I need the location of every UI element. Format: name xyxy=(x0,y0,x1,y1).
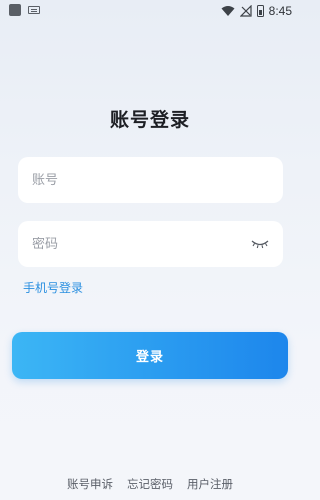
battery-icon xyxy=(256,5,264,17)
keyboard-icon xyxy=(28,6,40,14)
account-field[interactable] xyxy=(18,157,283,203)
app-notification-icon xyxy=(9,4,21,16)
page-title: 账号登录 xyxy=(109,109,190,131)
forgot-password-link[interactable]: 忘记密码 xyxy=(127,476,173,492)
phone-login-link[interactable]: 手机号登录 xyxy=(23,279,83,296)
account-appeal-link[interactable]: 账号申诉 xyxy=(67,476,113,492)
footer-links: 账号申诉 忘记密码 用户注册 xyxy=(0,476,300,492)
status-bar-right: 8:45 xyxy=(221,2,292,20)
no-signal-icon xyxy=(239,5,252,17)
status-bar: 8:45 xyxy=(0,0,300,22)
register-link[interactable]: 用户注册 xyxy=(187,476,233,492)
eye-closed-icon[interactable] xyxy=(251,238,269,250)
account-input[interactable] xyxy=(32,172,269,188)
wifi-icon xyxy=(221,6,235,16)
password-field[interactable] xyxy=(18,221,283,267)
password-input[interactable] xyxy=(32,236,245,252)
status-time: 8:45 xyxy=(268,4,292,18)
login-button[interactable]: 登录 xyxy=(12,332,288,379)
